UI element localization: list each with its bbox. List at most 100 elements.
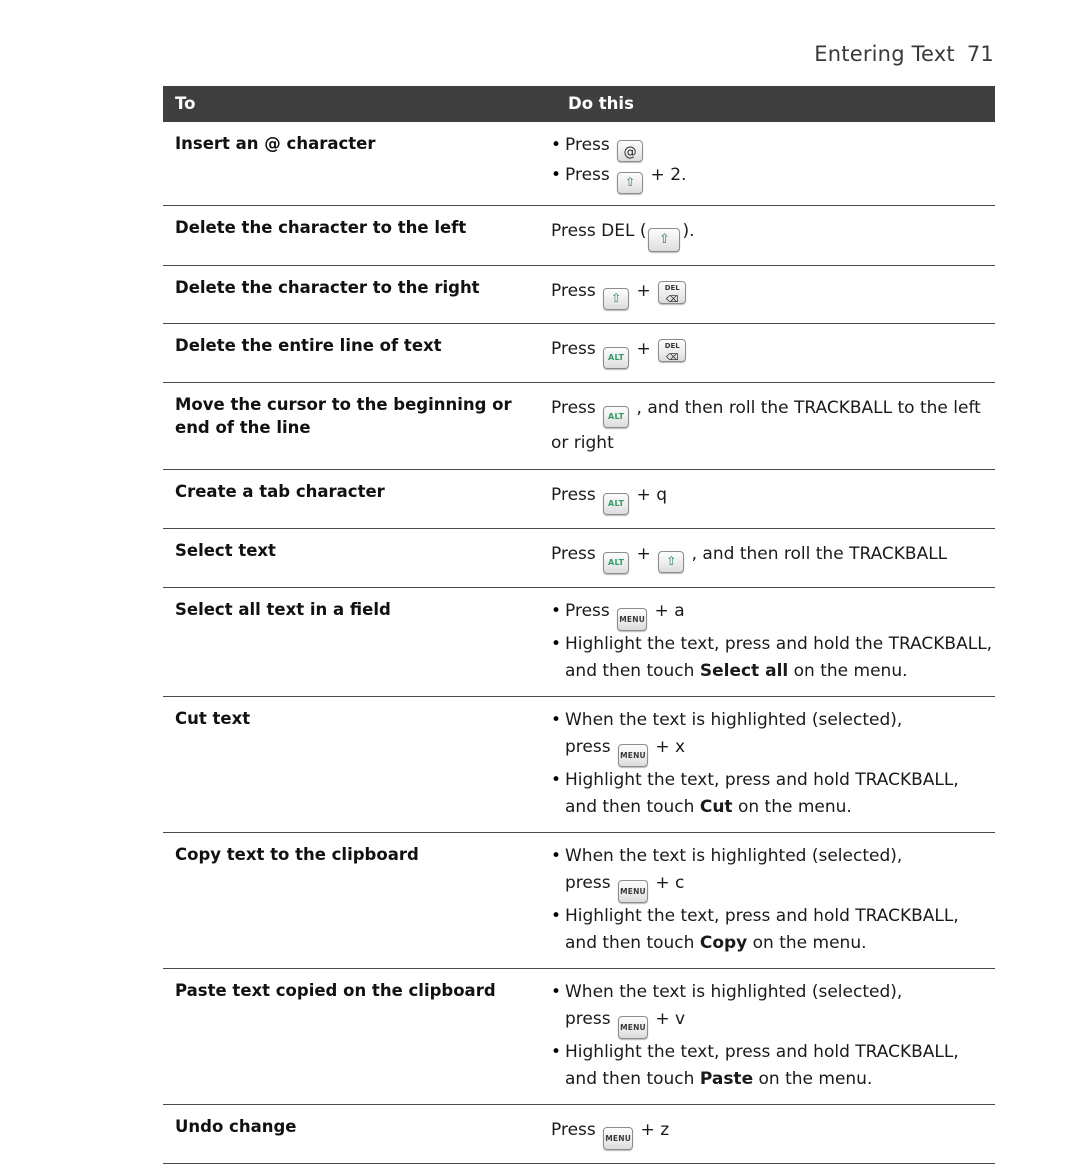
table-row: Select all text in a field • Press MENU + … bbox=[163, 587, 995, 697]
row-task-label: Create a tab character bbox=[163, 469, 538, 529]
alt-key-icon: ALT bbox=[603, 493, 630, 515]
at-key-icon: @ bbox=[617, 140, 644, 162]
row-instructions: Press ALT , and then roll the TRACKBALL … bbox=[538, 382, 995, 470]
row-task-label: Move the cursor to the beginning or end … bbox=[163, 382, 538, 470]
row-instructions: • When the text is highlighted (selected)… bbox=[538, 696, 995, 833]
alt-key-icon: ALT bbox=[603, 406, 630, 428]
menu-item-name: Copy bbox=[699, 933, 748, 953]
bullet-icon: • bbox=[551, 982, 562, 1002]
instruction-line: or right bbox=[551, 433, 614, 453]
alt-key-icon: ALT bbox=[603, 347, 630, 369]
page-number: 71 bbox=[966, 42, 994, 66]
instruction-bullet-line: • When the text is highlighted (selected)… bbox=[551, 843, 991, 870]
shift-key-icon: ⇧ bbox=[617, 172, 644, 194]
instruction-continuation-line: and then touch Select all on the menu. bbox=[565, 661, 908, 681]
table-header-row: To Do this bbox=[163, 86, 995, 122]
delete-key-icon: DEL ⌫ bbox=[658, 338, 687, 363]
instruction-line: Press ⇧ + DEL ⌫ bbox=[551, 278, 991, 310]
row-task-label: Select all text in a field bbox=[163, 587, 538, 697]
row-instructions: Press DEL (⇧). bbox=[538, 205, 995, 266]
menu-key-icon: MENU bbox=[617, 1016, 648, 1039]
bullet-icon: • bbox=[551, 601, 562, 621]
row-task-label: Undo change bbox=[163, 1104, 538, 1164]
menu-item-name: Cut bbox=[699, 797, 733, 817]
row-instructions: Press MENU + z bbox=[538, 1104, 995, 1164]
row-task-label: Paste text copied on the clipboard bbox=[163, 968, 538, 1105]
row-instructions: Press ⇧ + DEL ⌫ bbox=[538, 265, 995, 324]
row-instructions: Press ALT + ⇧ , and then roll the TRACKB… bbox=[538, 528, 995, 588]
instruction-bullet-line: • Highlight the text, press and hold TRAC… bbox=[551, 903, 991, 930]
table-row: Cut text • When the text is highlighted (s… bbox=[163, 696, 995, 833]
bullet-icon: • bbox=[551, 135, 562, 155]
menu-key-icon: MENU bbox=[617, 608, 648, 631]
row-task-label: Delete the character to the right bbox=[163, 265, 538, 324]
table-header: To Do this bbox=[163, 86, 995, 122]
bullet-icon: • bbox=[551, 1042, 562, 1062]
table-row: Delete the character to the right Press ⇧… bbox=[163, 265, 995, 324]
instruction-line: Press DEL (⇧). bbox=[551, 218, 991, 252]
instruction-continuation-line: press MENU + x bbox=[551, 734, 991, 767]
shift-key-icon: ⇧ bbox=[648, 228, 681, 252]
shift-key-icon: ⇧ bbox=[658, 551, 685, 573]
instruction-line: Press ALT , and then roll the TRACKBALL … bbox=[551, 395, 991, 428]
instruction-bullet-line: • Highlight the text, press and hold TRAC… bbox=[551, 767, 991, 794]
instruction-bullet-line: • Press @ bbox=[551, 132, 991, 162]
row-instructions: Press ALT + DEL ⌫ bbox=[538, 323, 995, 383]
instruction-bullet-line: • Press MENU + a bbox=[551, 598, 991, 631]
instruction-bullet-line: • Highlight the text, press and hold the … bbox=[551, 631, 992, 658]
table-row: Move the cursor to the beginning or end … bbox=[163, 382, 995, 470]
row-instructions: • Press MENU + a • Highlight the text, pres… bbox=[538, 587, 995, 697]
menu-key-icon: MENU bbox=[617, 880, 648, 903]
alt-key-icon: ALT bbox=[603, 552, 630, 574]
instruction-line: Press ALT + ⇧ , and then roll the TRACKB… bbox=[551, 541, 991, 574]
table-row: Create a tab character Press ALT + q bbox=[163, 469, 995, 529]
bullet-icon: • bbox=[551, 906, 562, 926]
row-task-label: Delete the character to the left bbox=[163, 205, 538, 266]
menu-key-icon: MENU bbox=[603, 1127, 634, 1150]
table-row: Delete the character to the left Press DE… bbox=[163, 205, 995, 266]
table-row: Copy text to the clipboard • When the text… bbox=[163, 832, 995, 969]
table-body: Insert an @ character • Press @ • Press ⇧ + … bbox=[163, 122, 995, 1164]
row-task-label: Cut text bbox=[163, 696, 538, 833]
bullet-icon: • bbox=[551, 770, 562, 790]
table-row: Paste text copied on the clipboard • When … bbox=[163, 968, 995, 1105]
delete-key-icon: DEL ⌫ bbox=[658, 280, 687, 305]
table-row: Insert an @ character • Press @ • Press ⇧ + … bbox=[163, 122, 995, 206]
table-row: Select text Press ALT + ⇧ , and then roll… bbox=[163, 528, 995, 588]
page-header: Entering Text 71 bbox=[814, 42, 994, 66]
bullet-icon: • bbox=[551, 165, 562, 185]
bullet-icon: • bbox=[551, 710, 562, 730]
instruction-bullet-line: • Press ⇧ + 2. bbox=[551, 162, 991, 194]
row-instructions: • When the text is highlighted (selected)… bbox=[538, 832, 995, 969]
menu-item-name: Paste bbox=[699, 1069, 754, 1089]
bullet-icon: • bbox=[551, 634, 562, 654]
instruction-bullet-line: • When the text is highlighted (selected)… bbox=[551, 979, 991, 1006]
row-instructions: • When the text is highlighted (selected)… bbox=[538, 968, 995, 1105]
instruction-continuation-line: and then touch Copy on the menu. bbox=[565, 933, 867, 953]
shift-key-icon: ⇧ bbox=[603, 288, 630, 310]
column-header-to: To bbox=[163, 86, 538, 122]
row-task-label: Copy text to the clipboard bbox=[163, 832, 538, 969]
shortcuts-table: To Do this Insert an @ character • Press @… bbox=[163, 86, 995, 1164]
row-task-label: Insert an @ character bbox=[163, 122, 538, 206]
table-row: Undo change Press MENU + z bbox=[163, 1104, 995, 1164]
instruction-bullet-line: • Highlight the text, press and hold TRAC… bbox=[551, 1039, 991, 1066]
header-title: Entering Text bbox=[814, 42, 955, 66]
instruction-bullet-line: • When the text is highlighted (selected)… bbox=[551, 707, 991, 734]
instruction-line: Press ALT + q bbox=[551, 482, 991, 515]
document-page: Entering Text 71 To Do this Insert an @ c… bbox=[0, 0, 1080, 1164]
instruction-continuation-line: press MENU + c bbox=[551, 870, 991, 903]
table-row: Delete the entire line of text Press ALT … bbox=[163, 323, 995, 383]
menu-item-name: Select all bbox=[699, 661, 789, 681]
row-instructions: Press ALT + q bbox=[538, 469, 995, 529]
menu-key-icon: MENU bbox=[617, 744, 648, 767]
row-instructions: • Press @ • Press ⇧ + 2. bbox=[538, 122, 995, 206]
column-header-do-this: Do this bbox=[538, 86, 995, 122]
instruction-line: Press MENU + z bbox=[551, 1117, 991, 1150]
bullet-icon: • bbox=[551, 846, 562, 866]
row-task-label: Select text bbox=[163, 528, 538, 588]
instruction-continuation-line: and then touch Cut on the menu. bbox=[565, 797, 852, 817]
instruction-continuation-line: press MENU + v bbox=[551, 1006, 991, 1039]
instruction-line: Press ALT + DEL ⌫ bbox=[551, 336, 991, 369]
row-task-label: Delete the entire line of text bbox=[163, 323, 538, 383]
